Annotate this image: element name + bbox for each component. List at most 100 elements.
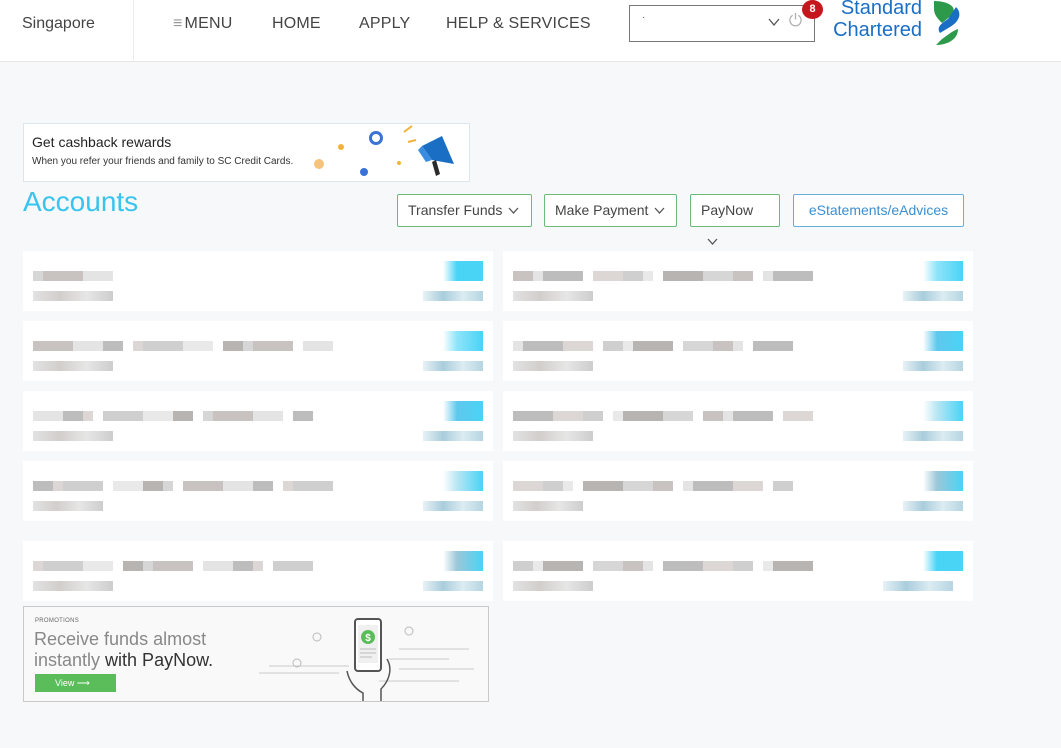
top-header: Singapore ≡ MENU HOME APPLY HELP & SERVIC…	[0, 0, 1061, 62]
account-selector[interactable]: ·	[629, 5, 815, 42]
account-card[interactable]	[503, 461, 973, 521]
redacted-account-name	[73, 341, 103, 351]
redacted-account-name	[663, 411, 693, 421]
redacted-account-number	[33, 361, 113, 371]
power-icon[interactable]	[788, 12, 803, 32]
phone-dollar-icon: $	[259, 618, 474, 701]
account-card[interactable]	[23, 251, 493, 311]
redacted-account-name	[513, 561, 533, 571]
redacted-account-name	[623, 411, 663, 421]
country-label[interactable]: Singapore	[22, 15, 95, 33]
redacted-account-name	[163, 481, 173, 491]
account-card[interactable]	[503, 541, 973, 601]
redacted-account-name	[773, 271, 813, 281]
redacted-account-name	[633, 341, 673, 351]
redacted-account-name	[293, 481, 333, 491]
redacted-account-name	[63, 411, 83, 421]
account-card[interactable]	[23, 321, 493, 381]
redacted-account-name	[513, 481, 543, 491]
transfer-funds-label: Transfer Funds	[408, 202, 503, 218]
redacted-account-name	[613, 411, 623, 421]
cashback-banner[interactable]: Get cashback rewards When you refer your…	[23, 123, 470, 182]
redacted-account-name	[253, 481, 273, 491]
redacted-account-name	[563, 481, 573, 491]
redacted-account-name	[703, 561, 733, 571]
redacted-account-name	[303, 341, 333, 351]
redacted-account-number	[513, 361, 593, 371]
redacted-account-name	[643, 271, 653, 281]
redacted-account-name	[183, 481, 223, 491]
promo-headline-line1: Receive funds almost	[34, 629, 207, 649]
account-card[interactable]	[23, 541, 493, 601]
make-payment-button[interactable]: Make Payment	[544, 194, 677, 227]
nav-menu[interactable]: ≡ MENU	[173, 15, 232, 33]
redacted-account-name	[143, 341, 183, 351]
paynow-label: PayNow	[701, 202, 754, 218]
nav-help-services[interactable]: HELP & SERVICES	[446, 15, 591, 33]
redacted-account-name	[103, 341, 123, 351]
redacted-account-name	[243, 341, 253, 351]
notification-badge[interactable]: 8	[802, 0, 823, 19]
redacted-account-name	[543, 271, 583, 281]
redacted-account-name	[533, 561, 543, 571]
redacted-account-number	[513, 501, 583, 511]
redacted-account-name	[33, 271, 43, 281]
transfer-funds-button[interactable]: Transfer Funds	[397, 194, 532, 227]
redacted-account-name	[293, 411, 313, 421]
nav-home[interactable]: HOME	[272, 15, 321, 33]
redacted-account-name	[203, 411, 213, 421]
redacted-account-name	[763, 271, 773, 281]
account-card[interactable]	[23, 461, 493, 521]
redacted-account-number	[33, 501, 103, 511]
redacted-account-name	[113, 481, 143, 491]
nav-apply[interactable]: APPLY	[359, 15, 410, 33]
redacted-account-name	[153, 561, 193, 571]
redacted-account-name	[593, 561, 623, 571]
standard-chartered-logo[interactable]: Standard Chartered	[830, 0, 970, 47]
redacted-account-name	[773, 561, 813, 571]
promo-headline-bold: with PayNow.	[105, 650, 214, 670]
redacted-account-name	[83, 271, 113, 281]
logo-line1: Standard	[840, 0, 922, 19]
redacted-currency	[423, 501, 483, 511]
redacted-account-name	[183, 341, 213, 351]
cashback-title: Get cashback rewards	[32, 134, 172, 150]
estatements-button[interactable]: eStatements/eAdvices	[793, 194, 964, 227]
redacted-account-name	[83, 411, 93, 421]
redacted-account-name	[203, 561, 233, 571]
header-divider	[133, 0, 134, 62]
redacted-account-name	[753, 341, 793, 351]
paynow-button[interactable]: PayNow	[690, 194, 780, 245]
redacted-account-name	[763, 561, 773, 571]
redacted-account-name	[63, 481, 103, 491]
redacted-account-name	[623, 481, 653, 491]
redacted-account-name	[173, 411, 193, 421]
redacted-account-name	[623, 341, 633, 351]
hamburger-icon: ≡	[173, 15, 183, 32]
nav-menu-label: MENU	[184, 15, 233, 32]
redacted-account-name	[583, 411, 603, 421]
redacted-currency	[423, 291, 483, 301]
paynow-promo-banner[interactable]: PROMOTIONS Receive funds almost instantl…	[23, 606, 489, 702]
redacted-account-name	[733, 271, 753, 281]
account-card[interactable]	[503, 321, 973, 381]
redacted-account-name	[513, 341, 523, 351]
redacted-account-name	[133, 341, 143, 351]
redacted-account-name	[523, 341, 563, 351]
redacted-account-name	[783, 411, 813, 421]
redacted-account-name	[703, 411, 723, 421]
redacted-account-name	[553, 411, 583, 421]
redacted-account-name	[583, 481, 623, 491]
redacted-account-name	[53, 481, 63, 491]
account-card[interactable]	[503, 391, 973, 451]
account-card[interactable]	[503, 251, 973, 311]
redacted-currency	[423, 581, 483, 591]
redacted-account-number	[513, 431, 593, 441]
promo-view-button[interactable]: View ⟶	[35, 674, 116, 692]
redacted-account-name	[143, 411, 173, 421]
chevron-down-icon	[654, 196, 665, 227]
redacted-balance	[923, 401, 963, 421]
promo-view-label: View	[55, 678, 75, 688]
account-card[interactable]	[23, 391, 493, 451]
redacted-account-name	[563, 341, 593, 351]
